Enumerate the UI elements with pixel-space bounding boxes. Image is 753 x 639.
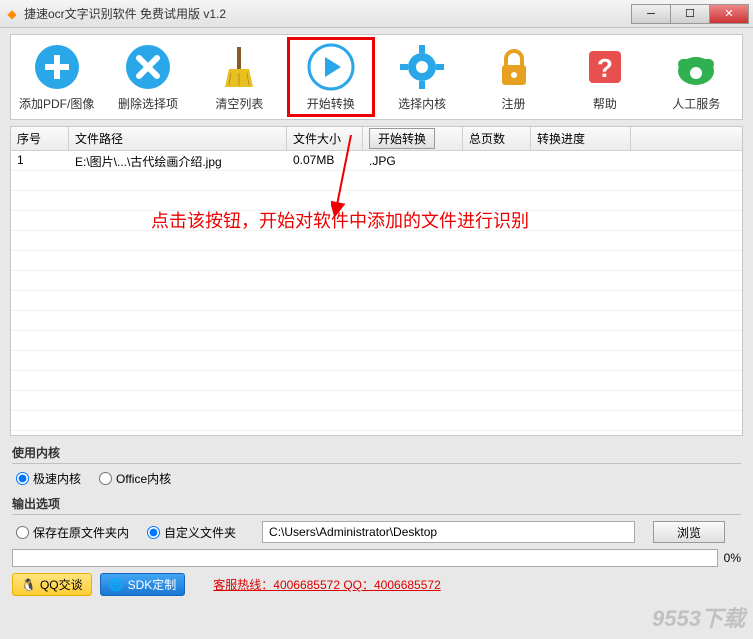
kernel-options: 极速内核 Office内核 [16, 470, 737, 487]
column-header[interactable]: 序号 [11, 127, 69, 150]
maximize-button[interactable]: ☐ [670, 4, 710, 24]
x-icon [124, 43, 172, 91]
kernel-section-label: 使用内核 [12, 444, 741, 461]
toolbar-broom-button[interactable]: 清空列表 [194, 39, 285, 115]
watermark: 9553下载 [652, 601, 745, 633]
window-controls: ─ ☐ ✕ [632, 4, 749, 24]
column-header[interactable]: 转换进度 [531, 127, 631, 150]
table-row-empty [11, 211, 742, 231]
toolbar-label: 删除选择项 [118, 95, 178, 112]
toolbar-label: 人工服务 [672, 95, 720, 112]
table-row-empty [11, 271, 742, 291]
toolbar-label: 注册 [502, 95, 526, 112]
toolbar-lock-button[interactable]: 注册 [468, 39, 559, 115]
table-row-empty [11, 251, 742, 271]
svg-text:?: ? [597, 53, 613, 83]
gear-icon [398, 43, 446, 91]
file-table: 序号文件路径文件大小开始转换 总页数转换进度 1 E:\图片\...\古代绘画介绍… [10, 126, 743, 436]
table-header: 序号文件路径文件大小开始转换 总页数转换进度 [11, 127, 742, 151]
table-row-empty [11, 171, 742, 191]
table-row-empty [11, 191, 742, 211]
start-convert-header-button[interactable]: 开始转换 [369, 128, 435, 149]
output-section-label: 输出选项 [12, 495, 741, 512]
cell-type: .JPG [363, 151, 463, 170]
table-row-empty [11, 411, 742, 431]
cell-pages [463, 151, 531, 170]
window-title: 捷速ocr文字识别软件 免费试用版 v1.2 [24, 5, 632, 22]
toolbar-label: 开始转换 [307, 95, 355, 112]
hotline-link[interactable]: 客服热线：4006685572 QQ：4006685572 [213, 576, 440, 593]
kernel-radio-fast[interactable]: 极速内核 [16, 470, 81, 487]
toolbar: 添加PDF/图像 删除选择项 清空列表 开始转换 选择内核 注册 ? 帮助 人工… [10, 34, 743, 120]
table-row-empty [11, 331, 742, 351]
divider [12, 514, 741, 515]
progress-bar [12, 549, 718, 567]
play-icon [307, 43, 355, 91]
column-header[interactable]: 文件路径 [69, 127, 287, 150]
table-row-empty [11, 371, 742, 391]
toolbar-gear-button[interactable]: 选择内核 [377, 39, 468, 115]
broom-icon [215, 43, 263, 91]
help-icon: ? [581, 43, 629, 91]
sdk-button[interactable]: 🌐 SDK定制 [100, 573, 186, 596]
cell-size: 0.07MB [287, 151, 363, 170]
toolbar-label: 清空列表 [215, 95, 263, 112]
toolbar-plus-button[interactable]: 添加PDF/图像 [11, 39, 102, 115]
output-options: 保存在原文件夹内 自定义文件夹 浏览 [16, 521, 737, 543]
progress-row: 0% [12, 549, 741, 567]
column-header[interactable]: 总页数 [463, 127, 531, 150]
toolbar-label: 选择内核 [398, 95, 446, 112]
app-icon: ◆ [4, 6, 20, 22]
table-row-empty [11, 291, 742, 311]
qq-chat-button[interactable]: 🐧 QQ交谈 [12, 573, 92, 596]
phone-icon [672, 43, 720, 91]
divider [12, 463, 741, 464]
kernel-radio-office[interactable]: Office内核 [99, 470, 171, 487]
column-header[interactable]: 开始转换 [363, 127, 463, 150]
footer: 🐧 QQ交谈 🌐 SDK定制 客服热线：4006685572 QQ：400668… [12, 573, 741, 596]
table-row-empty [11, 231, 742, 251]
toolbar-phone-button[interactable]: 人工服务 [651, 39, 742, 115]
cell-seq: 1 [11, 151, 69, 170]
toolbar-label: 添加PDF/图像 [19, 95, 94, 112]
column-header[interactable]: 文件大小 [287, 127, 363, 150]
titlebar: ◆ 捷速ocr文字识别软件 免费试用版 v1.2 ─ ☐ ✕ [0, 0, 753, 28]
table-row-empty [11, 391, 742, 411]
browse-button[interactable]: 浏览 [653, 521, 725, 543]
toolbar-help-button[interactable]: ? 帮助 [559, 39, 650, 115]
output-radio-custom[interactable]: 自定义文件夹 [147, 524, 236, 541]
progress-percent: 0% [724, 551, 741, 565]
cell-progress [531, 151, 631, 170]
toolbar-x-button[interactable]: 删除选择项 [102, 39, 193, 115]
output-radio-samefolder[interactable]: 保存在原文件夹内 [16, 524, 129, 541]
minimize-button[interactable]: ─ [631, 4, 671, 24]
table-row-empty [11, 351, 742, 371]
table-row-empty [11, 311, 742, 331]
lock-icon [490, 43, 538, 91]
cell-path: E:\图片\...\古代绘画介绍.jpg [69, 151, 287, 170]
toolbar-play-button[interactable]: 开始转换 [285, 39, 376, 115]
plus-icon [33, 43, 81, 91]
toolbar-label: 帮助 [593, 95, 617, 112]
output-path-input[interactable] [262, 521, 635, 543]
close-button[interactable]: ✕ [709, 4, 749, 24]
table-row[interactable]: 1 E:\图片\...\古代绘画介绍.jpg 0.07MB .JPG [11, 151, 742, 171]
